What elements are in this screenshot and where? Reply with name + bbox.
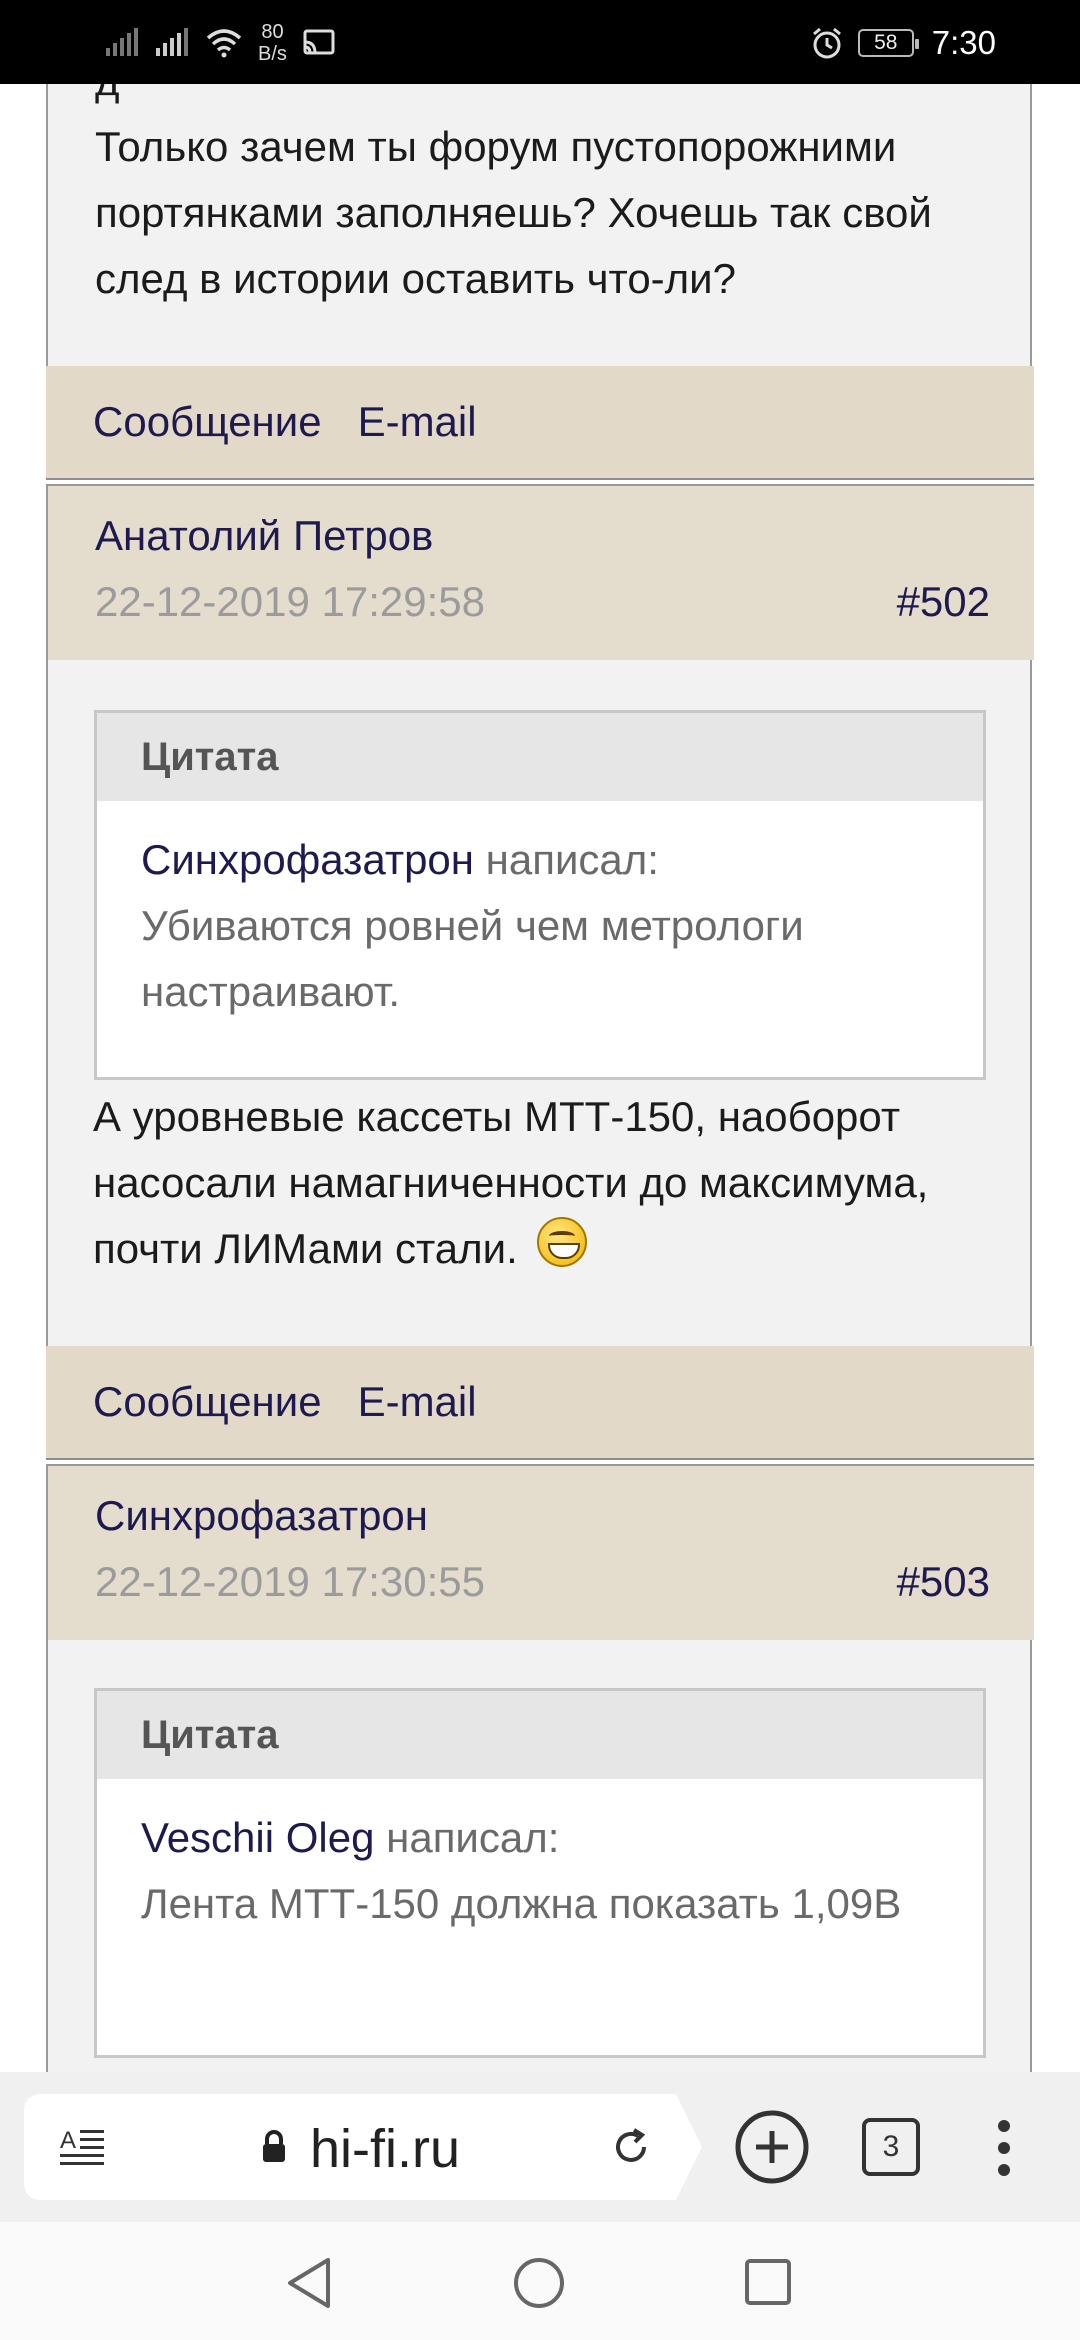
post-actions: Сообщение E-mail (46, 366, 1034, 480)
reader-mode-icon[interactable]: A (58, 2126, 108, 2170)
quote-block: Цитата Veschii Oleg написал: Лента МТТ-1… (94, 1688, 986, 2058)
post-number-link[interactable]: #503 (897, 1558, 990, 1606)
forum-page: д Только зачем ты форум пустопорожними п… (0, 84, 1080, 2072)
tabs-icon[interactable]: 3 (862, 2118, 920, 2176)
lock-icon (263, 2130, 285, 2162)
quote-body: Синхрофазатрон написал: Убиваются ровней… (97, 801, 983, 1045)
address-bar[interactable]: A hi-fi.ru (24, 2094, 702, 2200)
clock: 7:30 (931, 24, 996, 61)
message-link[interactable]: Сообщение (93, 398, 322, 446)
quote-title: Цитата (97, 1691, 983, 1779)
quote-wrote: написал: (386, 1814, 560, 1861)
email-link[interactable]: E-mail (358, 398, 477, 446)
browser-toolbar: A hi-fi.ru 3 (0, 2072, 1080, 2222)
post-author[interactable]: Синхрофазатрон (95, 1492, 428, 1540)
post-text: Только зачем ты форум пустопорожними пор… (95, 123, 932, 302)
signal-icon (156, 28, 188, 56)
quote-text: Убиваются ровней чем метрологи настраива… (141, 902, 804, 1015)
url-text[interactable]: hi-fi.ru (310, 2118, 460, 2180)
email-link[interactable]: E-mail (358, 1378, 477, 1426)
post-header: Анатолий Петров 22-12-2019 17:29:58 #502 (46, 484, 1034, 660)
quote-wrote: написал: (485, 836, 659, 883)
post-number-link[interactable]: #502 (897, 578, 990, 626)
post-header: Синхрофазатрон 22-12-2019 17:30:55 #503 (46, 1464, 1034, 1640)
quote-author-link[interactable]: Синхрофазатрон (141, 836, 474, 883)
post-date: 22-12-2019 17:29:58 (95, 578, 485, 625)
quote-title: Цитата (97, 713, 983, 801)
system-navigation-bar (0, 2222, 1080, 2340)
post-text-partial: д (95, 84, 995, 114)
smiley-icon (537, 1217, 588, 1267)
post-body: д Только зачем ты форум пустопорожними п… (46, 84, 1032, 366)
home-icon[interactable] (512, 2256, 566, 2310)
network-speed: 80 B/s (258, 21, 287, 65)
message-link[interactable]: Сообщение (93, 1378, 322, 1426)
signal-icon (106, 28, 138, 56)
alarm-icon (812, 27, 841, 59)
menu-icon[interactable] (996, 2118, 1012, 2178)
new-tab-icon[interactable] (734, 2109, 810, 2185)
quote-text: Лента МТТ-150 должна показать 1,09В (141, 1880, 902, 1927)
post-text: А уровневые кассеты МТТ-150, наоборот на… (93, 1093, 929, 1272)
battery-indicator: 58 (857, 29, 919, 57)
quote-author-link[interactable]: Veschii Oleg (141, 1814, 374, 1861)
back-icon[interactable] (284, 2256, 334, 2310)
recents-icon[interactable] (744, 2258, 792, 2306)
svg-text:A: A (60, 2127, 76, 2154)
wifi-icon (206, 29, 242, 58)
cast-icon (303, 29, 335, 55)
quote-block: Цитата Синхрофазатрон написал: Убиваются… (94, 710, 986, 1080)
post-author[interactable]: Анатолий Петров (95, 512, 433, 560)
status-left: 80 B/s (104, 18, 337, 68)
reload-icon[interactable] (608, 2124, 654, 2170)
post-actions: Сообщение E-mail (46, 1346, 1034, 1460)
quote-body: Veschii Oleg написал: Лента МТТ-150 долж… (97, 1779, 983, 1957)
post-text-wrap: А уровневые кассеты МТТ-150, наоборот на… (93, 1084, 993, 1282)
status-bar: 80 B/s 58 7:30 (0, 0, 1080, 84)
status-right: 58 7:30 (810, 18, 996, 68)
post-date: 22-12-2019 17:30:55 (95, 1558, 485, 1605)
